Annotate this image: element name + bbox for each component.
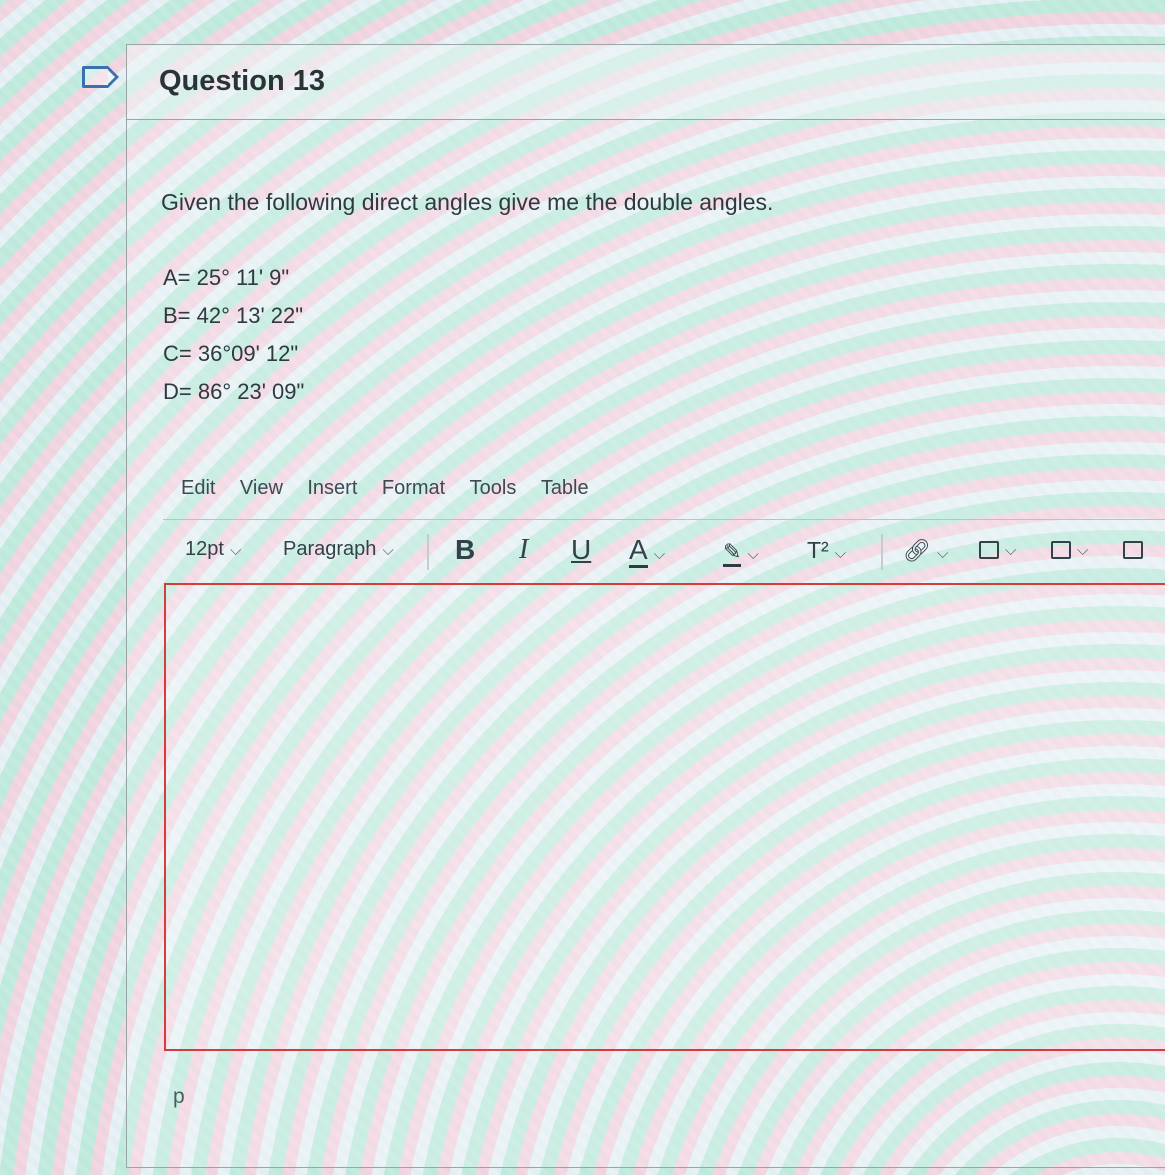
question-prompt: Given the following direct angles give m… xyxy=(161,189,774,215)
font-size-select[interactable]: 12pt ⌵ xyxy=(185,538,241,561)
flag-question-icon[interactable] xyxy=(82,66,119,88)
font-size-value: 12pt xyxy=(185,538,224,560)
media-button[interactable]: ⌵ xyxy=(1051,538,1088,561)
superscript-button[interactable]: T² ⌵ xyxy=(807,537,846,564)
bold-button[interactable]: B xyxy=(455,534,475,566)
toolbar-divider xyxy=(427,534,429,570)
question-title: Question 13 xyxy=(159,65,325,97)
editor-menubar: Edit View Insert Format Tools Table xyxy=(181,477,609,507)
answer-editor[interactable] xyxy=(164,583,1165,1051)
menu-insert[interactable]: Insert xyxy=(307,477,357,500)
highlight-icon: ✎ xyxy=(723,539,742,567)
chevron-down-icon: ⌵ xyxy=(936,545,949,562)
angle-c: C= 36°09' 12" xyxy=(163,341,299,366)
highlight-button[interactable]: ✎ ⌵ xyxy=(723,534,759,567)
angle-d: D= 86° 23' 09" xyxy=(163,379,305,404)
question-card: Question 13 Given the following direct a… xyxy=(126,44,1165,1168)
chevron-down-icon: ⌵ xyxy=(653,546,666,563)
image-button[interactable]: ⌵ xyxy=(979,538,1016,561)
image-icon xyxy=(979,540,999,559)
editor-status-path: p xyxy=(173,1085,185,1108)
chevron-down-icon: ⌵ xyxy=(834,545,847,562)
underline-button[interactable]: U xyxy=(571,534,591,566)
chevron-down-icon: ⌵ xyxy=(382,542,394,559)
menu-edit[interactable]: Edit xyxy=(181,477,215,500)
menu-table[interactable]: Table xyxy=(541,477,589,500)
chevron-down-icon: ⌵ xyxy=(1077,542,1089,559)
link-button[interactable]: 🔗︎ ⌵ xyxy=(903,538,948,564)
text-color-icon: A xyxy=(629,534,648,568)
menu-format[interactable]: Format xyxy=(382,477,445,500)
menu-view[interactable]: View xyxy=(240,477,283,500)
angle-list: A= 25° 11' 9" B= 42° 13' 22" C= 36°09' 1… xyxy=(163,259,304,411)
question-header: Question 13 xyxy=(127,45,1165,120)
block-format-select[interactable]: Paragraph ⌵ xyxy=(283,538,394,561)
chevron-down-icon: ⌵ xyxy=(229,542,242,559)
document-icon xyxy=(1123,540,1143,559)
document-button[interactable] xyxy=(1123,538,1143,561)
block-format-value: Paragraph xyxy=(283,538,377,560)
menu-tools[interactable]: Tools xyxy=(470,477,517,500)
chevron-down-icon: ⌵ xyxy=(1005,542,1017,559)
editor-toolbar: 12pt ⌵ Paragraph ⌵ B I U A ⌵ ✎ ⌵ T² ⌵ 🔗︎ ⌵ ⌵ ⌵ xyxy=(163,519,1165,588)
text-color-button[interactable]: A ⌵ xyxy=(629,534,666,568)
media-icon xyxy=(1051,540,1071,559)
chevron-down-icon: ⌵ xyxy=(747,546,759,563)
superscript-icon: T² xyxy=(807,537,829,563)
toolbar-divider xyxy=(881,534,883,570)
angle-b: B= 42° 13' 22" xyxy=(163,303,304,328)
link-icon: 🔗︎ xyxy=(903,538,931,563)
italic-button[interactable]: I xyxy=(519,534,528,566)
angle-a: A= 25° 11' 9" xyxy=(163,265,290,290)
